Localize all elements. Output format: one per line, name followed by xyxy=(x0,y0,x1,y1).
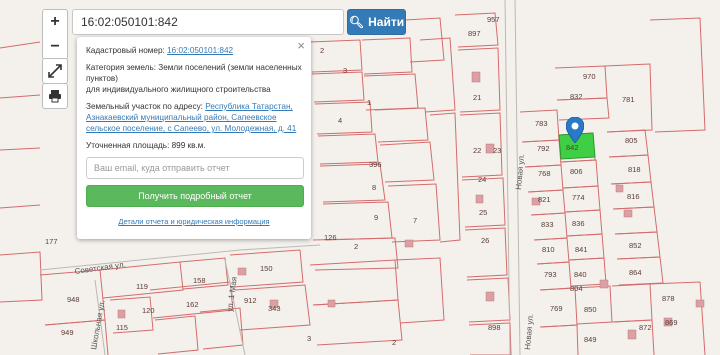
email-field[interactable] xyxy=(86,157,304,179)
plot-number-label: 150 xyxy=(260,264,273,273)
plot-number-label: 840 xyxy=(574,270,587,279)
plot-number-label: 768 xyxy=(538,169,551,178)
plot-number-label: 8 xyxy=(372,183,376,192)
plot-number-label: 912 xyxy=(244,296,257,305)
plot-number-label: 26 xyxy=(481,236,489,245)
plot-number-label: 769 xyxy=(550,304,563,313)
plot-number-label: 774 xyxy=(572,193,585,202)
details-link[interactable]: Детали отчета и юридическая информация xyxy=(86,216,302,227)
cadastral-number-link[interactable]: 16:02:050101:842 xyxy=(167,46,233,55)
plot-number-label: 804 xyxy=(570,284,583,293)
plot-number-label: 781 xyxy=(622,95,635,104)
plot-info-popup: × Кадастровый номер: 16:02:050101:842 Ка… xyxy=(77,37,311,239)
plot-number-label: 2 xyxy=(354,242,358,251)
plot-number-label: 793 xyxy=(544,270,557,279)
plot-number-label: 841 xyxy=(575,245,588,254)
plot-number-label: 343 xyxy=(268,304,281,313)
plot-number-label: 949 xyxy=(61,328,74,337)
print-button[interactable] xyxy=(42,83,68,109)
selected-plot-label: 842 xyxy=(566,143,579,152)
plot-number-label: 162 xyxy=(186,300,199,309)
expand-icon xyxy=(48,64,62,78)
plot-number-label: 878 xyxy=(662,294,675,303)
plot-number-label: 158 xyxy=(193,276,206,285)
plot-number-label: 119 xyxy=(136,282,148,291)
address-row: Земельный участок по адресу: Республика … xyxy=(86,101,302,134)
plot-number-label: 864 xyxy=(629,268,642,277)
search-button[interactable]: 🔍︎ Найти xyxy=(347,9,406,35)
plot-number-label: 810 xyxy=(542,245,555,254)
plot-number-label: 1 xyxy=(367,98,371,107)
plot-number-label: 7 xyxy=(413,216,417,225)
plot-number-label: 821 xyxy=(538,195,551,204)
category-extra: для индивидуального жилищного строительс… xyxy=(86,85,271,94)
cadastral-label: Кадастровый номер: xyxy=(86,46,165,55)
plot-number-label: 948 xyxy=(67,295,80,304)
plot-number-label: 177 xyxy=(45,237,58,246)
plot-number-label: 970 xyxy=(583,72,596,81)
plot-number-label: 9 xyxy=(374,213,378,222)
plot-number-label: 126 xyxy=(324,233,337,242)
land-category-row: Категория земель: Земли поселений (земли… xyxy=(86,62,302,95)
plot-number-label: 115 xyxy=(116,323,128,332)
plot-number-label: 783 xyxy=(535,119,548,128)
fullscreen-button[interactable] xyxy=(42,58,68,84)
plot-number-label: 850 xyxy=(584,305,597,314)
plot-number-label: 3 xyxy=(307,334,311,343)
search-button-label: Найти xyxy=(368,15,405,29)
plot-number-label: 21 xyxy=(473,93,481,102)
plot-number-label: 806 xyxy=(570,167,583,176)
plot-number-label: 833 xyxy=(541,220,554,229)
plot-number-label: 23 xyxy=(493,146,501,155)
printer-icon xyxy=(49,90,61,103)
plot-number-label: 2 xyxy=(392,338,396,347)
address-label: Земельный участок по адресу: xyxy=(86,102,203,111)
plot-number-label: 957 xyxy=(487,15,500,24)
plot-number-label: 816 xyxy=(627,192,640,201)
area-label: Уточненная площадь: xyxy=(86,141,170,150)
plot-number-label: 836 xyxy=(572,219,585,228)
plot-number-label: 898 xyxy=(488,323,501,332)
plot-number-label: 818 xyxy=(628,165,641,174)
cadastral-number-row: Кадастровый номер: 16:02:050101:842 xyxy=(86,45,302,56)
plot-number-label: 832 xyxy=(570,92,583,101)
plot-number-label: 792 xyxy=(537,144,550,153)
plot-number-label: 869 xyxy=(665,318,678,327)
plot-number-label: 22 xyxy=(473,146,481,155)
close-icon[interactable]: × xyxy=(297,39,305,52)
plot-number-label: 872 xyxy=(639,323,652,332)
map-marker-icon[interactable] xyxy=(566,117,584,143)
area-value: 899 кв.м. xyxy=(171,141,206,150)
zoom-in-button[interactable]: + xyxy=(42,9,68,35)
plot-number-label: 3 xyxy=(343,66,347,75)
category-label: Категория земель: xyxy=(86,63,156,72)
plot-number-label: 25 xyxy=(479,208,487,217)
get-report-button[interactable]: Получить подробный отчет xyxy=(86,185,304,207)
plot-number-label: 849 xyxy=(584,335,597,344)
plot-number-label: 24 xyxy=(478,175,486,184)
plot-number-label: 852 xyxy=(629,241,642,250)
plot-number-label: 396 xyxy=(369,160,382,169)
plot-number-label: 897 xyxy=(468,29,481,38)
zoom-out-button[interactable]: − xyxy=(42,34,68,60)
plot-number-label: 120 xyxy=(142,306,155,315)
search-icon: 🔍︎ xyxy=(348,15,365,29)
plot-number-label: 805 xyxy=(625,136,638,145)
area-row: Уточненная площадь: 899 кв.м. xyxy=(86,140,302,151)
plot-number-label: 2 xyxy=(320,46,324,55)
search-input[interactable] xyxy=(72,9,344,35)
plot-number-label: 4 xyxy=(338,116,342,125)
